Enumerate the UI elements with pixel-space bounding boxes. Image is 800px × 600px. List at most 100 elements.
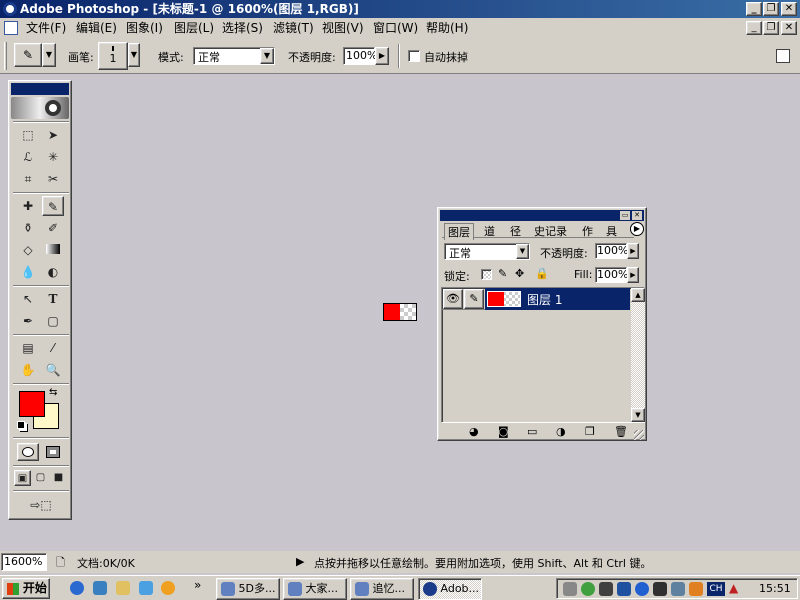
menu-image[interactable]: 图象(I) — [126, 20, 163, 36]
ime-indicator[interactable]: CH — [707, 582, 725, 596]
clone-stamp-tool-icon[interactable]: ⚱ — [17, 218, 39, 238]
layer-style-icon[interactable]: ◕ — [469, 425, 479, 438]
doc-close-button[interactable]: ✕ — [781, 21, 797, 35]
adjustment-layer-icon[interactable]: ◑ — [556, 425, 566, 438]
resize-grip-icon[interactable] — [634, 430, 644, 440]
new-layer-icon[interactable]: ❐ — [585, 425, 595, 438]
dodge-tool-icon[interactable]: ◐ — [42, 262, 64, 282]
mode-dropdown-arrow[interactable]: ▼ — [260, 48, 274, 64]
status-menu-arrow-icon[interactable]: ▶ — [296, 555, 304, 568]
menu-edit[interactable]: 编辑(E) — [76, 20, 117, 36]
scroll-up-button[interactable]: ▲ — [631, 288, 645, 302]
taskbar-task-photoshop[interactable]: Adob... — [418, 578, 482, 600]
zoom-field[interactable]: 1600% — [1, 553, 47, 571]
crop-tool-icon[interactable]: ⌗ — [17, 169, 39, 189]
notes-tool-icon[interactable]: ▤ — [17, 338, 39, 358]
menu-file[interactable]: 文件(F) — [26, 20, 66, 36]
new-set-icon[interactable]: ▭ — [527, 425, 537, 438]
layer-opacity-input[interactable]: 100% — [595, 243, 628, 259]
layers-scrollbar[interactable]: ▲ ▼ — [631, 288, 645, 422]
tab-channels[interactable]: 道 — [484, 223, 495, 239]
layer-opacity-arrow[interactable]: ▶ — [627, 243, 639, 259]
pencil-tool-icon[interactable]: ✎ — [42, 196, 64, 216]
hand-tool-icon[interactable]: ✋ — [17, 360, 39, 380]
slice-tool-icon[interactable]: ✂ — [42, 169, 64, 189]
standard-screen-mode-icon[interactable]: ▣ — [14, 470, 31, 486]
tray-app-7-icon[interactable]: ▲ — [729, 581, 738, 595]
layer-row[interactable]: 👁 ✎ 图层 1 — [442, 288, 630, 310]
doc-minimize-button[interactable]: _ — [746, 21, 762, 35]
tab-layers[interactable]: 图层 — [444, 223, 474, 240]
zoom-tool-icon[interactable]: 🔍 — [42, 360, 64, 380]
tray-app-3-icon[interactable] — [617, 582, 631, 596]
delete-layer-icon[interactable]: 🗑 — [614, 425, 628, 438]
app-quicklaunch-icon[interactable] — [139, 581, 153, 595]
lock-all-icon[interactable]: 🔒 — [535, 267, 549, 280]
full-screen-mode-icon[interactable]: ■ — [50, 470, 67, 486]
taskbar-task-3[interactable]: 追忆... — [350, 578, 414, 600]
tool-preset-dropdown[interactable]: ▼ — [42, 43, 56, 67]
taskbar-task-1[interactable]: 5D多... — [216, 578, 280, 600]
tab-actions[interactable]: 作 — [582, 223, 593, 239]
marquee-tool-icon[interactable]: ⬚ — [17, 125, 39, 145]
tray-app-5-icon[interactable] — [653, 582, 667, 596]
full-screen-menu-mode-icon[interactable]: ▢ — [32, 470, 49, 486]
palette-close-button[interactable]: ✕ — [632, 211, 642, 220]
swap-colors-icon[interactable]: ⇆ — [49, 387, 57, 398]
menu-window[interactable]: 窗口(W) — [373, 20, 418, 36]
blend-mode-dropdown-arrow[interactable]: ▼ — [516, 244, 529, 259]
doc-restore-button[interactable]: ❐ — [763, 21, 779, 35]
tab-tools[interactable]: 具 — [606, 223, 617, 239]
palette-minimize-button[interactable]: ▭ — [620, 211, 630, 220]
taskbar-task-2[interactable]: 大家... — [283, 578, 347, 600]
document-canvas[interactable] — [383, 303, 417, 321]
document-info-icon[interactable]: 🗋 — [56, 554, 65, 573]
app-restore-button[interactable]: ❐ — [763, 2, 779, 16]
palette-title-bar[interactable]: ▭ ✕ — [440, 210, 644, 221]
add-mask-icon[interactable]: ◙ — [498, 425, 509, 438]
lock-position-icon[interactable]: ✥ — [515, 267, 524, 280]
opacity-slider-arrow[interactable]: ▶ — [375, 47, 389, 65]
adobe-online-button[interactable] — [11, 97, 69, 119]
layer-brush-icon[interactable]: ✎ — [464, 289, 484, 309]
shape-tool-icon[interactable]: ▢ — [42, 311, 64, 331]
auto-erase-checkbox[interactable] — [408, 50, 420, 62]
lasso-tool-icon[interactable]: ℒ — [17, 147, 39, 167]
media-player-quicklaunch-icon[interactable] — [161, 581, 175, 595]
tray-app-2-icon[interactable] — [599, 582, 613, 596]
mode-select[interactable]: 正常 ▼ — [193, 47, 275, 65]
palette-menu-arrow-icon[interactable]: ▶ — [630, 222, 644, 236]
tray-app-1-icon[interactable] — [581, 582, 595, 596]
tool-preset-picker[interactable]: ✎ — [14, 43, 42, 67]
ie-quicklaunch-icon[interactable] — [70, 581, 84, 595]
fill-arrow[interactable]: ▶ — [627, 267, 639, 283]
brush-picker[interactable]: 1 — [98, 42, 128, 70]
opacity-input[interactable]: 100% — [343, 47, 377, 65]
gradient-tool-icon[interactable] — [42, 240, 64, 260]
menu-filter[interactable]: 滤镜(T) — [273, 20, 314, 36]
eyedropper-tool-icon[interactable]: ⁄ — [42, 338, 64, 358]
menu-layer[interactable]: 图层(L) — [174, 20, 214, 36]
foreground-color-swatch[interactable] — [19, 391, 45, 417]
quicklaunch-more-icon[interactable]: » — [194, 578, 201, 592]
menu-view[interactable]: 视图(V) — [322, 20, 364, 36]
jump-to-imageready-icon[interactable]: ⇨⬚ — [17, 495, 65, 515]
layer-visibility-eye-icon[interactable]: 👁 — [443, 289, 463, 309]
tab-history[interactable]: 史记录 — [534, 223, 567, 239]
path-selection-tool-icon[interactable]: ↖ — [17, 289, 39, 309]
show-desktop-icon[interactable] — [116, 581, 130, 595]
eraser-tool-icon[interactable]: ◇ — [17, 240, 39, 260]
lock-image-icon[interactable]: ✎ — [498, 267, 507, 280]
tray-app-4-icon[interactable] — [635, 582, 649, 596]
scroll-down-button[interactable]: ▼ — [631, 408, 645, 422]
fill-input[interactable]: 100% — [595, 267, 628, 283]
quick-mask-button[interactable] — [42, 443, 64, 461]
lock-transparency-icon[interactable] — [481, 269, 492, 280]
start-button[interactable]: 开始 — [2, 578, 50, 599]
healing-brush-tool-icon[interactable]: ✚ — [17, 196, 39, 216]
menu-help[interactable]: 帮助(H) — [426, 20, 468, 36]
app-minimize-button[interactable]: _ — [746, 2, 762, 16]
palette-well-icon[interactable] — [776, 49, 790, 63]
standard-mode-button[interactable] — [17, 443, 39, 461]
volume-icon[interactable] — [563, 582, 577, 596]
